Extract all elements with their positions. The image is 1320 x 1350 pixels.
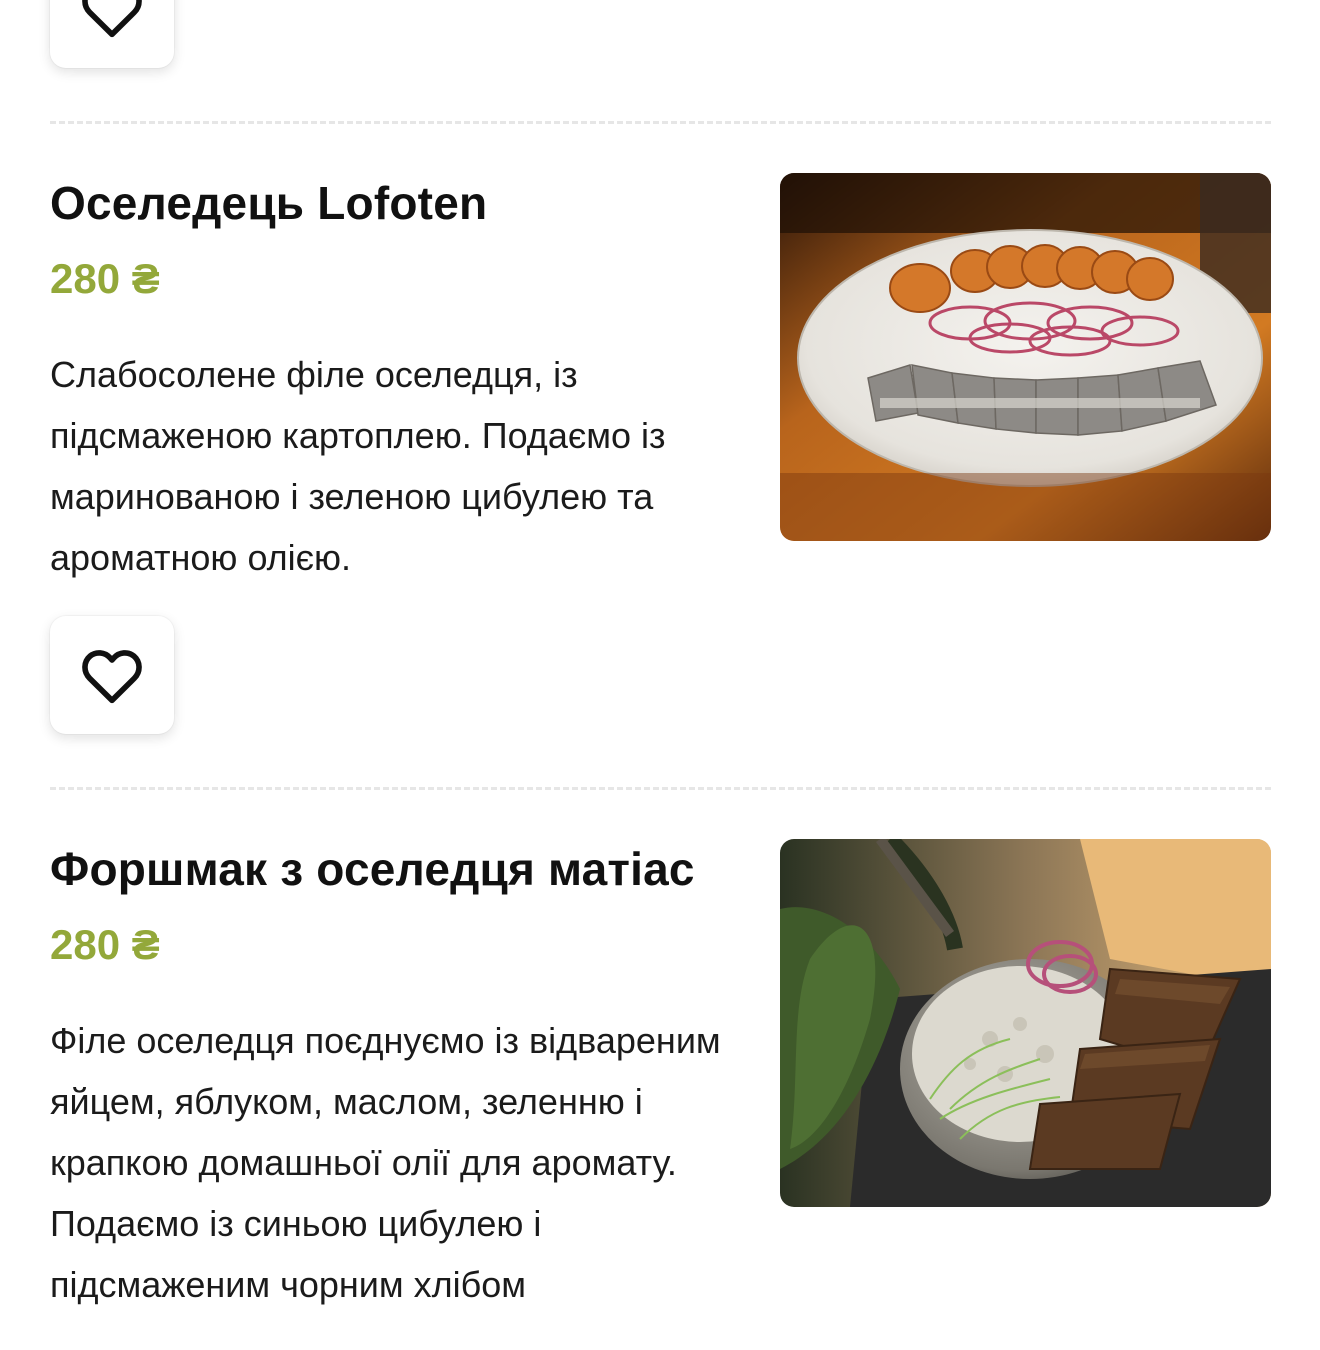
dish-description: Філе оселедця поєднуємо із відвареним яй… [50, 1020, 721, 1305]
dish-title[interactable]: Оселедець Lofoten [50, 176, 487, 230]
dish-photo[interactable] [780, 839, 1271, 1207]
herring-plate-photo [780, 173, 1271, 541]
forshmak-pan-photo [780, 839, 1271, 1207]
heart-icon [82, 650, 142, 704]
dish-price: 280 ₴ [50, 255, 160, 302]
item-divider [50, 121, 1271, 124]
dish-photo[interactable] [780, 173, 1271, 541]
dish-title[interactable]: Форшмак з оселедця матіас [50, 842, 695, 896]
item-divider [50, 787, 1271, 790]
dish-price: 280 ₴ [50, 921, 160, 968]
heart-icon [82, 0, 142, 38]
favorite-button[interactable] [50, 0, 174, 68]
favorite-button[interactable] [50, 616, 174, 734]
dish-description: Слабосолене філе оселедця, із підсмажено… [50, 354, 666, 578]
